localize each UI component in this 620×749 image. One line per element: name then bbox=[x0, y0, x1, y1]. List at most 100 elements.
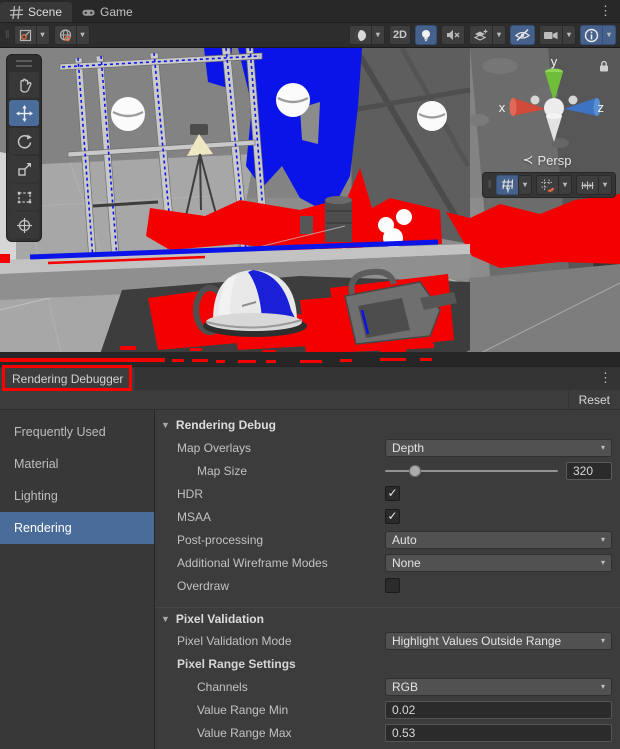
global-orientation-dropdown[interactable]: ▾ bbox=[76, 25, 90, 45]
row-value-range-max: Value Range Max 0.53 bbox=[155, 721, 620, 744]
gridbar-drag-handle[interactable]: ‖ bbox=[486, 179, 492, 191]
scale-tool-button[interactable] bbox=[9, 156, 39, 182]
orientation-gizmo[interactable]: y x z ≺ Persp bbox=[488, 54, 606, 168]
axis-z-label: z bbox=[598, 100, 605, 115]
chevron-down-icon: ▾ bbox=[607, 31, 611, 39]
axis-y-label: y bbox=[551, 54, 558, 69]
tab-scene[interactable]: Scene bbox=[0, 2, 72, 22]
wireframe-modes-dropdown[interactable]: None▾ bbox=[385, 554, 612, 572]
chevron-down-icon: ▾ bbox=[603, 181, 607, 189]
post-processing-dropdown[interactable]: Auto▾ bbox=[385, 531, 612, 549]
scale-icon bbox=[16, 161, 33, 178]
pixel-validation-mode-dropdown[interactable]: Highlight Values Outside Range▾ bbox=[385, 632, 612, 650]
pivot-mode-dropdown[interactable]: ▾ bbox=[36, 25, 50, 45]
sidebar-item-material[interactable]: Material bbox=[0, 448, 154, 480]
light-bulb-icon bbox=[419, 28, 433, 43]
reset-button[interactable]: Reset bbox=[568, 390, 620, 409]
overlay-drag-handle[interactable] bbox=[16, 60, 32, 67]
snap-magnet-icon bbox=[540, 178, 555, 193]
pan-tool-button[interactable] bbox=[9, 72, 39, 98]
chevron-down-icon: ▾ bbox=[523, 181, 527, 189]
audio-muted-icon bbox=[445, 28, 461, 42]
chevron-down-icon: ▾ bbox=[601, 559, 605, 567]
tab-game[interactable]: Game bbox=[72, 2, 143, 22]
2d-toggle-button[interactable]: 2D bbox=[389, 25, 411, 45]
shading-mode-dropdown[interactable]: ▾ bbox=[371, 25, 385, 45]
foldout-icon: ▼ bbox=[161, 614, 170, 624]
projection-mode-label[interactable]: ≺ Persp bbox=[488, 152, 606, 168]
section-rendering-debug[interactable]: ▼ Rendering Debug bbox=[155, 414, 620, 436]
rendering-debugger-title: Rendering Debugger bbox=[12, 372, 123, 386]
scene-audio-toggle[interactable] bbox=[441, 25, 465, 45]
debugger-toolbar: Reset bbox=[0, 390, 620, 410]
chevron-down-icon: ▾ bbox=[601, 683, 605, 691]
sidebar-item-frequently-used[interactable]: Frequently Used bbox=[0, 416, 154, 448]
map-size-slider[interactable] bbox=[385, 462, 558, 480]
camera-dropdown[interactable]: ▾ bbox=[562, 25, 576, 45]
sidebar-item-lighting[interactable]: Lighting bbox=[0, 480, 154, 512]
rotate-tool-button[interactable] bbox=[9, 128, 39, 154]
tool-handle-position-group: ▾ bbox=[14, 25, 50, 45]
sidebar-item-rendering[interactable]: Rendering bbox=[0, 512, 154, 544]
toolbar-drag-handle[interactable]: ‖ bbox=[4, 29, 10, 41]
check-icon: ✓ bbox=[387, 486, 397, 500]
grid-visibility-dropdown[interactable]: ▾ bbox=[518, 175, 532, 195]
scene-viewport[interactable]: y x z ≺ Persp bbox=[0, 48, 620, 366]
grid-visibility-button[interactable]: Y bbox=[496, 175, 518, 195]
scene-menu-kebab-icon[interactable]: ⋮ bbox=[599, 2, 612, 20]
move-tool-button[interactable] bbox=[9, 100, 39, 126]
grid-y-icon: Y bbox=[500, 178, 515, 193]
effects-group: ▾ bbox=[469, 25, 506, 45]
grid-snapping-button[interactable] bbox=[536, 175, 558, 195]
gizmos-toggle[interactable] bbox=[580, 25, 602, 45]
rect-tool-icon bbox=[16, 189, 33, 206]
hdr-checkbox[interactable]: ✓ bbox=[385, 486, 400, 501]
shading-mode-button[interactable] bbox=[349, 25, 371, 45]
snap-increment-dropdown[interactable]: ▾ bbox=[598, 175, 612, 195]
svg-text:Y: Y bbox=[505, 185, 510, 193]
view-tabbar: Scene Game ⋮ bbox=[0, 0, 620, 22]
foldout-icon: ▼ bbox=[161, 420, 170, 430]
pivot-mode-button[interactable] bbox=[14, 25, 36, 45]
value-range-min-field[interactable]: 0.02 bbox=[385, 701, 612, 719]
row-hdr: HDR ✓ bbox=[155, 482, 620, 505]
pivot-icon bbox=[18, 28, 33, 43]
scene-visibility-toggle[interactable] bbox=[510, 25, 535, 45]
slider-knob[interactable] bbox=[409, 465, 421, 477]
map-size-value-field[interactable]: 320 bbox=[566, 462, 612, 480]
row-value-range-min: Value Range Min 0.02 bbox=[155, 698, 620, 721]
chevron-down-icon: ▾ bbox=[601, 444, 605, 452]
shaded-sphere-icon bbox=[353, 28, 368, 43]
scene-lighting-toggle[interactable] bbox=[415, 25, 437, 45]
game-gamepad-icon bbox=[82, 6, 95, 19]
chevron-down-icon: ▾ bbox=[567, 31, 571, 39]
rect-tool-button[interactable] bbox=[9, 184, 39, 210]
snap-increment-button[interactable] bbox=[576, 175, 598, 195]
rendering-debugger-tab[interactable]: Rendering Debugger bbox=[0, 368, 135, 390]
lock-icon[interactable] bbox=[598, 60, 610, 73]
debugger-sidebar: Frequently Used Material Lighting Render… bbox=[0, 410, 155, 749]
2d-label: 2D bbox=[393, 29, 407, 41]
channels-dropdown[interactable]: RGB▾ bbox=[385, 678, 612, 696]
shading-mode-group: ▾ bbox=[349, 25, 385, 45]
gizmos-dropdown[interactable]: ▾ bbox=[602, 25, 616, 45]
effects-dropdown[interactable]: ▾ bbox=[492, 25, 506, 45]
grid-snapping-dropdown[interactable]: ▾ bbox=[558, 175, 572, 195]
transform-tool-button[interactable] bbox=[9, 212, 39, 238]
map-overlays-dropdown[interactable]: Depth▾ bbox=[385, 439, 612, 457]
gizmos-group: ▾ bbox=[580, 25, 616, 45]
overdraw-checkbox[interactable] bbox=[385, 578, 400, 593]
chevron-down-icon: ▾ bbox=[601, 637, 605, 645]
tool-orientation-group: ▾ bbox=[54, 25, 90, 45]
scene-camera-button[interactable] bbox=[539, 25, 562, 45]
persp-chevron-icon: ≺ bbox=[523, 152, 534, 168]
increment-ruler-icon bbox=[580, 178, 595, 193]
scene-effects-toggle[interactable] bbox=[469, 25, 492, 45]
global-orientation-button[interactable] bbox=[54, 25, 76, 45]
grid-snap-overlay: ‖ Y ▾ ▾ ▾ bbox=[482, 172, 616, 198]
msaa-checkbox[interactable]: ✓ bbox=[385, 509, 400, 524]
debugger-menu-kebab-icon[interactable]: ⋮ bbox=[599, 370, 612, 386]
value-range-max-field[interactable]: 0.53 bbox=[385, 724, 612, 742]
axis-x-label: x bbox=[499, 100, 506, 115]
section-pixel-validation[interactable]: ▼ Pixel Validation bbox=[155, 607, 620, 629]
